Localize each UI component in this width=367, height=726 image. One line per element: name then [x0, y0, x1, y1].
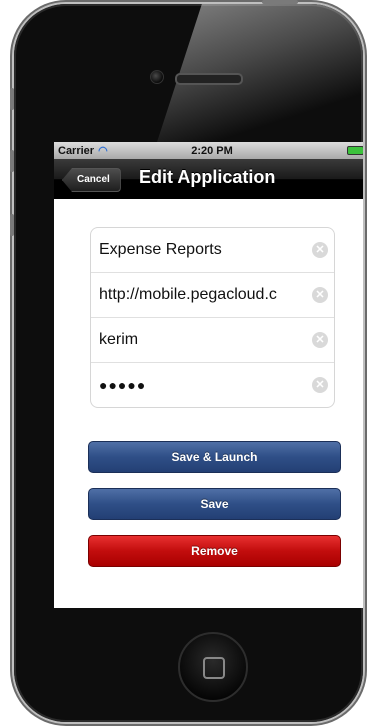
application-name-value: Expense Reports: [99, 241, 222, 258]
clear-icon[interactable]: ✕: [312, 242, 328, 258]
volume-up-button: [10, 150, 14, 172]
save-button[interactable]: Save: [88, 488, 341, 520]
clear-icon[interactable]: ✕: [312, 332, 328, 348]
application-form: Expense Reports ✕ http://mobile.pegaclou…: [90, 227, 335, 408]
remove-button[interactable]: Remove: [88, 535, 341, 567]
password-value: ●●●●●: [99, 377, 147, 393]
volume-down-button: [10, 214, 14, 236]
power-button: [262, 0, 298, 4]
home-button[interactable]: [178, 632, 248, 702]
url-value: http://mobile.pegacloud.c: [99, 286, 277, 303]
phone-frame: Carrier ◠ 2:20 PM Cancel Edit Applicatio…: [14, 4, 363, 722]
username-value: kerim: [99, 331, 139, 348]
clear-icon[interactable]: ✕: [312, 377, 328, 393]
mute-switch: [10, 88, 14, 110]
save-and-launch-button[interactable]: Save & Launch: [88, 441, 341, 473]
password-field[interactable]: ●●●●● ✕: [91, 363, 334, 407]
status-bar: Carrier ◠ 2:20 PM: [54, 142, 363, 159]
front-camera-icon: [150, 70, 164, 84]
page-title: Edit Application: [139, 167, 276, 187]
battery-icon: [347, 146, 363, 155]
main-content: Expense Reports ✕ http://mobile.pegaclou…: [54, 199, 363, 567]
home-square-icon: [203, 657, 225, 679]
device-screen: Carrier ◠ 2:20 PM Cancel Edit Applicatio…: [54, 142, 363, 608]
username-field[interactable]: kerim ✕: [91, 318, 334, 363]
navigation-bar: Cancel Edit Application: [54, 159, 363, 199]
status-time: 2:20 PM: [191, 144, 233, 157]
url-field[interactable]: http://mobile.pegacloud.c ✕: [91, 273, 334, 318]
clear-icon[interactable]: ✕: [312, 287, 328, 303]
cancel-button[interactable]: Cancel: [62, 168, 121, 192]
speaker-grille: [175, 73, 243, 85]
application-name-field[interactable]: Expense Reports ✕: [91, 228, 334, 273]
